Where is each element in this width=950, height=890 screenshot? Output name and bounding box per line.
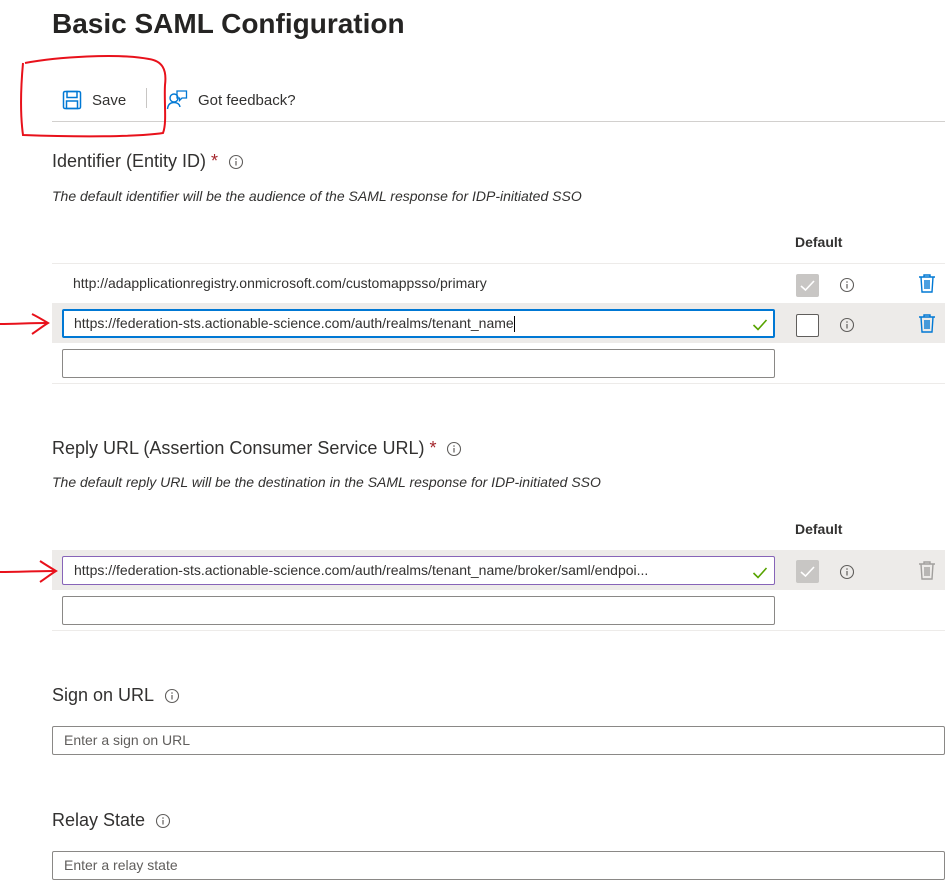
identifier-title: Identifier (Entity ID): [52, 151, 207, 171]
reply-url-value-1: https://federation-sts.actionable-scienc…: [74, 562, 649, 578]
save-icon: [62, 90, 82, 110]
relay-state-input[interactable]: Enter a relay state: [52, 851, 945, 880]
row-divider: [52, 263, 945, 264]
identifier-input-2[interactable]: https://federation-sts.actionable-scienc…: [62, 309, 775, 338]
identifier-description: The default identifier will be the audie…: [52, 188, 582, 204]
toolbar-divider: [146, 88, 147, 108]
info-icon[interactable]: [446, 441, 462, 457]
identifier-value-2: https://federation-sts.actionable-scienc…: [74, 315, 514, 331]
page-title: Basic SAML Configuration: [52, 8, 405, 39]
valid-check-icon: [752, 315, 768, 336]
required-mark: *: [211, 151, 219, 171]
relay-state-placeholder: Enter a relay state: [64, 857, 178, 873]
row-divider: [52, 383, 945, 384]
save-label: Save: [92, 91, 127, 109]
info-icon[interactable]: [228, 154, 244, 170]
delete-icon[interactable]: [918, 313, 936, 338]
annotation-arrow: [0, 313, 50, 335]
feedback-label: Got feedback?: [198, 91, 296, 109]
identifier-new-input[interactable]: [62, 349, 775, 378]
info-icon[interactable]: [155, 813, 171, 829]
sign-on-url-title: Sign on URL: [52, 685, 155, 705]
annotation-arrow: [0, 560, 58, 583]
info-icon[interactable]: [839, 277, 855, 298]
row-divider: [52, 630, 945, 631]
info-icon[interactable]: [839, 317, 855, 338]
valid-check-icon: [752, 562, 768, 584]
default-checkbox-2[interactable]: [796, 314, 819, 337]
command-bar: Save Got feedback?: [52, 80, 945, 122]
relay-state-heading: Relay State: [52, 810, 171, 831]
identifier-value-1: http://adapplicationregistry.onmicrosoft…: [73, 275, 487, 291]
required-mark: *: [429, 438, 437, 458]
identifier-heading: Identifier (Entity ID) *: [52, 151, 244, 172]
default-checkbox-reply-1: [796, 560, 819, 583]
save-button[interactable]: Save: [62, 86, 126, 114]
sign-on-url-input[interactable]: Enter a sign on URL: [52, 726, 945, 755]
delete-icon: [918, 560, 936, 585]
default-column-header: Default: [795, 234, 843, 250]
sign-on-url-placeholder: Enter a sign on URL: [64, 732, 191, 748]
feedback-button[interactable]: Got feedback?: [166, 86, 296, 114]
info-icon[interactable]: [839, 564, 855, 585]
default-checkbox-1: [796, 274, 819, 297]
default-column-header: Default: [795, 521, 843, 537]
relay-state-title: Relay State: [52, 810, 146, 830]
feedback-icon: [166, 89, 188, 111]
reply-url-description: The default reply URL will be the destin…: [52, 474, 601, 490]
reply-url-new-input[interactable]: [62, 596, 775, 625]
reply-url-heading: Reply URL (Assertion Consumer Service UR…: [52, 438, 462, 459]
delete-icon[interactable]: [918, 273, 936, 298]
reply-url-title: Reply URL (Assertion Consumer Service UR…: [52, 438, 425, 458]
info-icon[interactable]: [164, 688, 180, 704]
sign-on-url-heading: Sign on URL: [52, 685, 180, 706]
reply-url-input-1[interactable]: https://federation-sts.actionable-scienc…: [62, 556, 775, 585]
